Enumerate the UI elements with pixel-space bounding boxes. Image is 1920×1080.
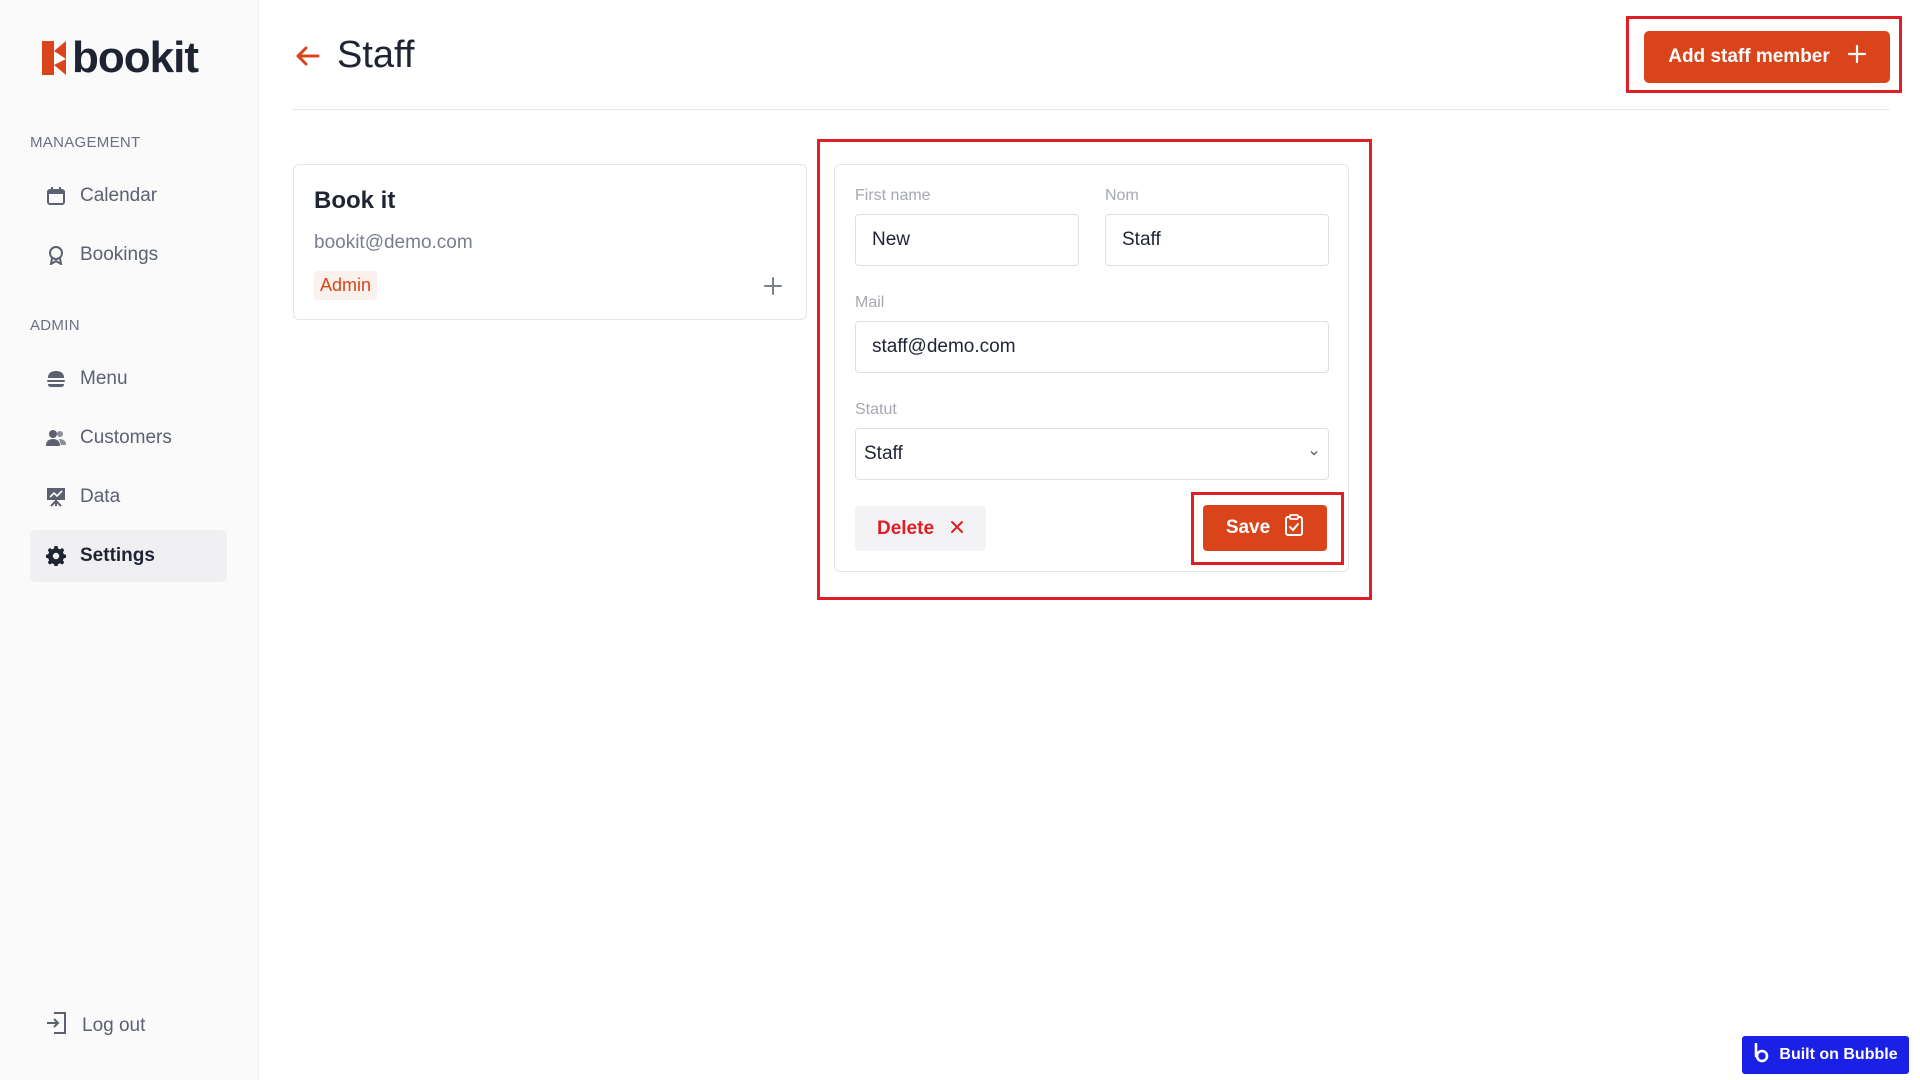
sidebar-item-bookings[interactable]: Bookings	[30, 229, 227, 281]
page-title: Staff	[337, 34, 415, 76]
sidebar: bookit MANAGEMENT Calendar Bookings ADMI…	[0, 0, 259, 1080]
sidebar-item-label: Calendar	[80, 185, 158, 206]
sidebar-item-label: Bookings	[80, 244, 159, 265]
ribbon-icon	[46, 245, 66, 265]
delete-label: Delete	[876, 517, 935, 539]
sidebar-item-label: Data	[80, 486, 121, 507]
mail-label: Mail	[855, 294, 885, 311]
burger-icon	[46, 369, 66, 389]
sidebar-item-label: Menu	[80, 368, 128, 389]
logout-button[interactable]: Log out	[46, 1012, 145, 1039]
logout-icon	[46, 1012, 68, 1039]
management-section-label: MANAGEMENT	[30, 134, 141, 151]
sidebar-item-customers[interactable]: Customers	[30, 412, 227, 464]
header-divider	[292, 109, 1890, 110]
chevron-down-icon	[1308, 443, 1320, 465]
sidebar-item-calendar[interactable]: Calendar	[30, 170, 227, 222]
logo-text: bookit	[72, 33, 199, 82]
gear-icon	[46, 546, 66, 566]
back-arrow-icon[interactable]	[292, 40, 324, 72]
bookit-logo[interactable]: bookit	[40, 33, 199, 82]
status-label: Statut	[855, 401, 897, 418]
last-name-input[interactable]	[1105, 214, 1329, 266]
chart-board-icon	[46, 487, 66, 507]
role-badge: Admin	[314, 271, 378, 300]
bubble-logo-icon	[1753, 1042, 1771, 1068]
staff-email: bookit@demo.com	[314, 232, 473, 253]
status-select[interactable]: Staff	[855, 428, 1329, 480]
sidebar-item-settings[interactable]: Settings	[30, 530, 227, 582]
admin-section-label: ADMIN	[30, 317, 80, 334]
staff-card[interactable]: Book it bookit@demo.com Admin	[293, 164, 807, 320]
save-label: Save	[1225, 517, 1271, 538]
first-name-label: First name	[855, 187, 931, 204]
status-selected-value: Staff	[864, 443, 903, 464]
built-on-bubble-badge[interactable]: Built on Bubble	[1742, 1036, 1909, 1074]
built-on-bubble-label: Built on Bubble	[1779, 1046, 1898, 1063]
add-staff-member-label: Add staff member	[1668, 46, 1830, 67]
staff-name: Book it	[314, 187, 396, 214]
save-button[interactable]: Save	[1203, 505, 1327, 551]
add-staff-member-button[interactable]: Add staff member	[1644, 31, 1890, 83]
calendar-icon	[46, 186, 66, 206]
logout-label: Log out	[82, 1014, 146, 1036]
plus-icon	[1847, 44, 1866, 69]
sidebar-item-label: Settings	[80, 545, 155, 566]
users-icon	[46, 428, 66, 448]
sidebar-item-label: Customers	[80, 427, 172, 448]
delete-button[interactable]: Delete	[855, 506, 986, 551]
first-name-input[interactable]	[855, 214, 1079, 266]
bookit-logo-icon	[42, 41, 66, 75]
clipboard-check-icon	[1284, 514, 1304, 542]
mail-input[interactable]	[855, 321, 1329, 373]
sidebar-item-data[interactable]: Data	[30, 471, 227, 523]
sidebar-item-menu[interactable]: Menu	[30, 353, 227, 405]
close-icon	[950, 518, 964, 540]
plus-icon[interactable]	[762, 275, 784, 297]
last-name-label: Nom	[1105, 187, 1139, 204]
